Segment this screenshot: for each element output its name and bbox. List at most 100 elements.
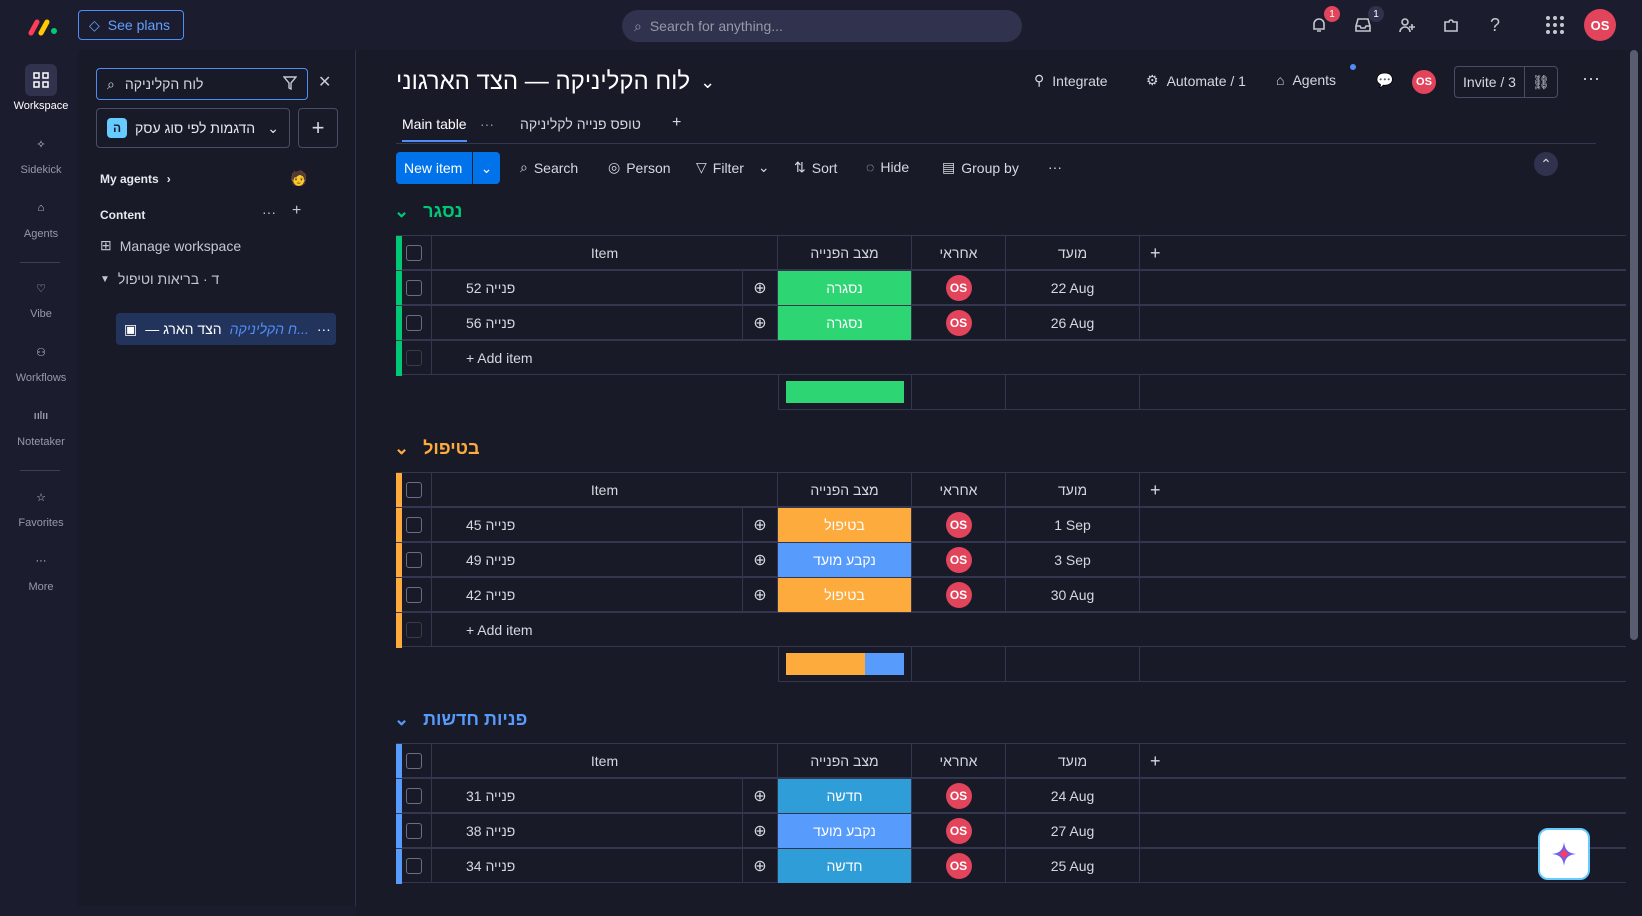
row-checkbox[interactable]: [405, 622, 422, 638]
more-options-icon[interactable]: ···: [262, 204, 276, 220]
owner-avatar[interactable]: OS: [945, 275, 972, 301]
rail-item-vibe[interactable]: ♡ Vibe: [0, 272, 82, 321]
add-column-icon[interactable]: +: [1150, 751, 1161, 772]
row-checkbox[interactable]: [405, 245, 422, 261]
notifications-bell-icon[interactable]: 1: [1306, 6, 1340, 38]
row-checkbox-cell[interactable]: [396, 613, 432, 647]
automate-button[interactable]: ⚙ Automate / 1: [1146, 72, 1246, 89]
row-checkbox[interactable]: [405, 823, 422, 839]
item-name-cell[interactable]: פנייה 31: [432, 779, 742, 813]
add-column-cell[interactable]: +: [1140, 473, 1626, 507]
row-checkbox-cell[interactable]: [396, 849, 432, 883]
column-header-item[interactable]: Item: [432, 473, 778, 507]
item-name-cell[interactable]: פנייה 34: [432, 849, 742, 883]
due-date-cell[interactable]: 22 Aug: [1006, 271, 1140, 305]
add-update-cell[interactable]: ⊕: [742, 814, 778, 848]
invite-button[interactable]: Invite / 3 ⛓: [1454, 66, 1558, 98]
group-by-button[interactable]: ▤ Group by: [942, 159, 1019, 176]
board-avatar[interactable]: OS: [1412, 70, 1436, 94]
add-update-cell[interactable]: ⊕: [742, 306, 778, 340]
apps-puzzle-icon[interactable]: [1438, 12, 1464, 38]
agents-button[interactable]: ⌂ Agents: [1276, 72, 1336, 88]
owner-cell[interactable]: OS: [912, 271, 1006, 305]
updates-chat-icon[interactable]: 💬: [1376, 72, 1393, 89]
add-column-icon[interactable]: +: [1150, 243, 1161, 264]
row-checkbox-cell[interactable]: [396, 306, 432, 340]
column-header-owner[interactable]: אחראי: [912, 236, 1006, 270]
sort-button[interactable]: ⇅ Sort: [794, 159, 837, 176]
status-cell[interactable]: נסגרה: [778, 306, 912, 340]
row-checkbox[interactable]: [405, 552, 422, 568]
add-item-row[interactable]: + Add item: [396, 340, 1626, 376]
owner-cell[interactable]: OS: [912, 306, 1006, 340]
status-cell[interactable]: חדשה: [778, 779, 912, 813]
item-name-cell[interactable]: פנייה 42: [432, 578, 742, 612]
status-cell[interactable]: חדשה: [778, 849, 912, 883]
column-header-due[interactable]: מועד: [1006, 236, 1140, 270]
add-column-icon[interactable]: +: [1150, 480, 1161, 501]
row-checkbox-cell[interactable]: [396, 543, 432, 577]
group-title[interactable]: ⌄ בטיפול: [394, 438, 480, 459]
row-checkbox[interactable]: [405, 280, 422, 296]
item-name-cell[interactable]: פנייה 45: [432, 508, 742, 542]
inbox-icon[interactable]: 1: [1350, 6, 1384, 38]
table-row[interactable]: פנייה 45 ⊕ בטיפול OS 1 Sep: [396, 507, 1626, 543]
filter-button[interactable]: ▽ Filter ⌄: [696, 159, 770, 176]
vertical-scrollbar[interactable]: [1630, 50, 1638, 640]
tab-main-table[interactable]: Main table: [402, 116, 467, 142]
board-title[interactable]: לוח הקליניקה — הצד הארגוני ⌄: [396, 68, 715, 96]
row-checkbox[interactable]: [405, 587, 422, 603]
owner-cell[interactable]: OS: [912, 849, 1006, 883]
integrate-button[interactable]: ⚲ Integrate: [1034, 72, 1108, 89]
hide-button[interactable]: ◌ Hide: [866, 159, 909, 175]
row-checkbox[interactable]: [405, 753, 422, 769]
invite-members-icon[interactable]: [1394, 12, 1420, 38]
row-checkbox-cell[interactable]: [396, 473, 432, 507]
add-content-icon[interactable]: +: [292, 202, 301, 220]
manage-workspace-link[interactable]: ⊞ Manage workspace: [100, 237, 241, 254]
status-cell[interactable]: נקבע מועד: [778, 814, 912, 848]
see-plans-button[interactable]: ◇ See plans: [78, 10, 184, 40]
filter-icon[interactable]: [282, 75, 298, 93]
collapse-up-icon[interactable]: ⌃: [1534, 152, 1558, 176]
owner-avatar[interactable]: OS: [945, 310, 972, 336]
row-checkbox-cell[interactable]: [396, 271, 432, 305]
tab-more-icon[interactable]: ···: [480, 116, 494, 132]
add-update-cell[interactable]: ⊕: [742, 271, 778, 305]
row-checkbox-cell[interactable]: [396, 508, 432, 542]
owner-avatar[interactable]: OS: [945, 853, 972, 879]
group-title[interactable]: ⌄ נסגר: [394, 201, 462, 222]
search-button[interactable]: ⌕ Search: [520, 159, 578, 176]
add-update-cell[interactable]: ⊕: [742, 543, 778, 577]
add-update-icon[interactable]: ⊕: [753, 550, 766, 570]
column-header-owner[interactable]: אחראי: [912, 473, 1006, 507]
app-switcher-grid-icon[interactable]: [1542, 12, 1568, 38]
agent-avatar-icon[interactable]: 🧑: [290, 170, 307, 187]
due-date-cell[interactable]: 26 Aug: [1006, 306, 1140, 340]
add-update-icon[interactable]: ⊕: [753, 515, 766, 535]
rail-item-agents[interactable]: ⌂ Agents: [0, 192, 82, 240]
user-avatar[interactable]: OS: [1584, 9, 1616, 41]
due-date-cell[interactable]: 3 Sep: [1006, 543, 1140, 577]
status-cell[interactable]: בטיפול: [778, 578, 912, 612]
rail-item-notetaker[interactable]: ıılıı Notetaker: [0, 400, 82, 448]
table-row[interactable]: פנייה 31 ⊕ חדשה OS 24 Aug: [396, 778, 1626, 814]
add-update-icon[interactable]: ⊕: [753, 313, 766, 333]
row-checkbox[interactable]: [405, 482, 422, 498]
monday-logo[interactable]: [28, 14, 60, 38]
new-item-button[interactable]: New item ⌄: [396, 152, 500, 184]
row-checkbox-cell[interactable]: [396, 341, 432, 375]
chevron-down-icon[interactable]: ⌄: [394, 709, 409, 730]
row-checkbox[interactable]: [405, 517, 422, 533]
rail-item-workflows[interactable]: ⚇ Workflows: [0, 336, 82, 385]
column-header-item[interactable]: Item: [432, 236, 778, 270]
row-checkbox[interactable]: [405, 350, 422, 366]
add-item-row[interactable]: + Add item: [396, 612, 1626, 648]
sidebar-board-item[interactable]: ▣ — הצד הארג ח הקליניקה... ···: [116, 313, 336, 345]
table-row[interactable]: פנייה 34 ⊕ חדשה OS 25 Aug: [396, 848, 1626, 884]
item-name-cell[interactable]: פנייה 52: [432, 271, 742, 305]
row-checkbox[interactable]: [405, 315, 422, 331]
add-item-cell[interactable]: + Add item: [432, 613, 1626, 647]
column-header-status[interactable]: מצב הפנייה: [778, 236, 912, 270]
add-update-icon[interactable]: ⊕: [753, 856, 766, 876]
